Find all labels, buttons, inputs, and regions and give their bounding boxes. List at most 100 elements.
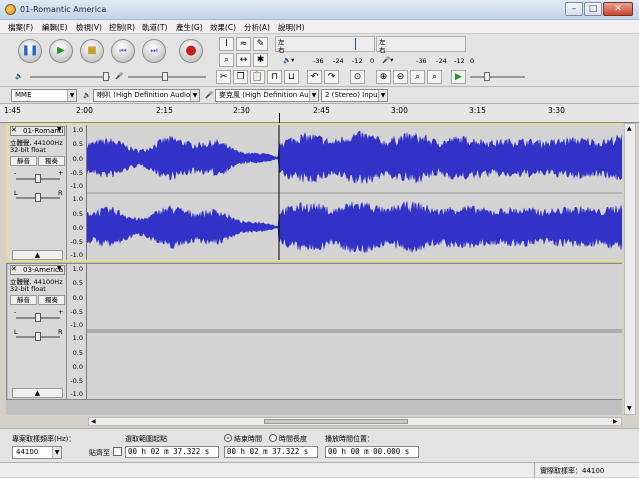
zoom-in-button[interactable]: ⊕ xyxy=(376,70,391,84)
skip-start-button[interactable]: ⏮ xyxy=(111,39,135,63)
envelope-tool[interactable]: ≈ xyxy=(236,37,251,51)
chevron-down-icon[interactable]: ▼ xyxy=(57,265,62,272)
mic-icon[interactable]: 🎤▾ xyxy=(382,56,393,64)
horizontal-scrollbar[interactable]: ◀ ▶ xyxy=(88,417,622,426)
track-1-gain-thumb[interactable] xyxy=(35,174,41,183)
vertical-scrollbar[interactable]: ▲ ▼ xyxy=(624,123,636,415)
sync-lock-icon: ⊙ xyxy=(353,72,362,82)
zoom-tool[interactable]: ⌕ xyxy=(219,53,234,67)
zoom-out-button[interactable]: ⊖ xyxy=(393,70,408,84)
end-time-radio[interactable] xyxy=(224,434,232,442)
track-1-collapse-button[interactable]: ▲ xyxy=(12,250,63,260)
multi-tool[interactable]: ✱ xyxy=(253,53,268,67)
timeline-ruler[interactable]: 1:45 2:00 2:15 2:30 2:45 3:00 3:15 3:30 xyxy=(0,104,639,123)
chevron-down-icon: ▼ xyxy=(190,90,199,101)
scroll-up-icon[interactable]: ▲ xyxy=(627,125,632,132)
amp-label: -1.0 xyxy=(70,390,83,398)
track-1-solo-button[interactable]: 獨奏 xyxy=(38,156,65,166)
close-button[interactable]: ✕ xyxy=(603,2,633,16)
audio-position-time[interactable]: 00 h 00 m 00.000 s xyxy=(325,446,419,458)
close-icon[interactable]: ✕ xyxy=(11,126,17,134)
playback-meter[interactable] xyxy=(275,36,375,52)
record-button[interactable]: ● xyxy=(179,39,203,63)
ruler-label: 3:00 xyxy=(391,106,408,115)
cut-button[interactable]: ✂ xyxy=(216,70,231,84)
selection-end-time[interactable]: 00 h 02 m 37.322 s xyxy=(224,446,318,458)
speaker-icon[interactable]: 🔈▾ xyxy=(283,56,294,64)
close-icon[interactable]: ✕ xyxy=(11,265,17,273)
scroll-down-icon[interactable]: ▼ xyxy=(627,405,632,412)
input-volume-thumb[interactable] xyxy=(162,72,168,81)
audio-host-select[interactable]: MME ▼ xyxy=(11,89,77,102)
project-rate-value: 44100 xyxy=(16,448,39,456)
track-2-waveform[interactable] xyxy=(87,264,622,399)
track-1-mute-button[interactable]: 靜音 xyxy=(10,156,37,166)
track-1-pan-thumb[interactable] xyxy=(35,193,41,202)
length-radio[interactable] xyxy=(269,434,277,442)
project-rate-label: 專案取樣頻率(Hz)： xyxy=(12,435,76,443)
gain-plus-label: + xyxy=(58,308,64,316)
silence-button[interactable]: ⊔ xyxy=(284,70,299,84)
maximize-button[interactable]: □ xyxy=(584,2,602,16)
ruler-label: 2:00 xyxy=(76,106,93,115)
track-2-collapse-button[interactable]: ▲ xyxy=(12,388,63,398)
menu-generate[interactable]: 產生(G) xyxy=(176,22,203,33)
skip-end-button[interactable]: ⏭ xyxy=(142,39,166,63)
menu-file[interactable]: 檔案(F) xyxy=(8,22,33,33)
chevron-down-icon[interactable]: ▼ xyxy=(57,126,62,133)
track-2-gain-thumb[interactable] xyxy=(35,313,41,322)
track-2-control-panel[interactable]: 03-America ✕ ▼ 立體聲, 44100Hz 32-bit float… xyxy=(8,264,67,399)
output-device-select[interactable]: 喇叭 (High Definition Audio ▼ xyxy=(93,89,200,102)
gain-plus-label: + xyxy=(58,169,64,177)
track-2-mute-button[interactable]: 靜音 xyxy=(10,295,37,305)
amp-label: 1.0 xyxy=(72,334,83,342)
minimize-button[interactable]: – xyxy=(565,2,583,16)
project-rate-select[interactable]: 44100 ▼ xyxy=(12,446,62,459)
input-device-select[interactable]: 麥克風 (High Definition Au ▼ xyxy=(215,89,319,102)
play-speed-slider[interactable] xyxy=(470,76,525,78)
input-channels-select[interactable]: 2 (Stereo) Input ▼ xyxy=(321,89,388,102)
pause-button[interactable]: ❚❚ xyxy=(18,39,42,63)
menu-control[interactable]: 控制(R) xyxy=(109,22,135,33)
menu-analyze[interactable]: 分析(A) xyxy=(244,22,270,33)
ruler-label: 1:45 xyxy=(4,106,21,115)
fit-selection-button[interactable]: ⌕ xyxy=(410,70,425,84)
sync-lock-button[interactable]: ⊙ xyxy=(350,70,365,84)
horizontal-scroll-thumb[interactable] xyxy=(264,419,408,424)
track-1-waveform[interactable] xyxy=(87,125,622,260)
snap-to-checkbox[interactable] xyxy=(113,447,122,456)
output-volume-slider[interactable] xyxy=(30,76,110,78)
actual-rate-text: 實際取樣率：44100 xyxy=(540,467,605,475)
silence-icon: ⊔ xyxy=(287,72,296,82)
stop-button[interactable]: ■ xyxy=(80,39,104,63)
undo-button[interactable]: ↶ xyxy=(307,70,322,84)
menu-edit[interactable]: 編輯(E) xyxy=(42,22,68,33)
selection-tool[interactable]: I xyxy=(219,37,234,51)
scroll-right-icon[interactable]: ▶ xyxy=(613,418,618,425)
record-meter[interactable] xyxy=(376,36,466,52)
menu-view[interactable]: 檢視(V) xyxy=(76,22,102,33)
menu-help[interactable]: 說明(H) xyxy=(278,22,305,33)
fit-project-button[interactable]: ⌕ xyxy=(427,70,442,84)
output-volume-thumb[interactable] xyxy=(103,72,109,81)
play-button[interactable]: ▶ xyxy=(49,39,73,63)
scroll-left-icon[interactable]: ◀ xyxy=(91,418,96,425)
amp-label: 0.0 xyxy=(72,294,83,302)
pan-left-label: L xyxy=(14,189,18,197)
redo-button[interactable]: ↷ xyxy=(324,70,339,84)
selection-start-time[interactable]: 00 h 02 m 37.322 s xyxy=(125,446,219,458)
menu-tracks[interactable]: 軌道(T) xyxy=(142,22,167,33)
menu-effect[interactable]: 效果(C) xyxy=(210,22,236,33)
amp-label: 0.0 xyxy=(72,224,83,232)
copy-button[interactable]: ❐ xyxy=(233,70,248,84)
play-at-speed-button[interactable]: ▶ xyxy=(451,70,466,84)
amp-label: -0.5 xyxy=(70,169,83,177)
track-2-pan-thumb[interactable] xyxy=(35,332,41,341)
paste-button[interactable]: 📋 xyxy=(250,70,265,84)
track-1-control-panel[interactable]: 01-Romanti ✕ ▼ 立體聲, 44100Hz 32-bit float… xyxy=(8,125,67,260)
play-speed-thumb[interactable] xyxy=(484,72,490,81)
trim-button[interactable]: ⊓ xyxy=(267,70,282,84)
track-2-solo-button[interactable]: 獨奏 xyxy=(38,295,65,305)
draw-tool[interactable]: ✎ xyxy=(253,37,268,51)
time-shift-tool[interactable]: ↔ xyxy=(236,53,251,67)
